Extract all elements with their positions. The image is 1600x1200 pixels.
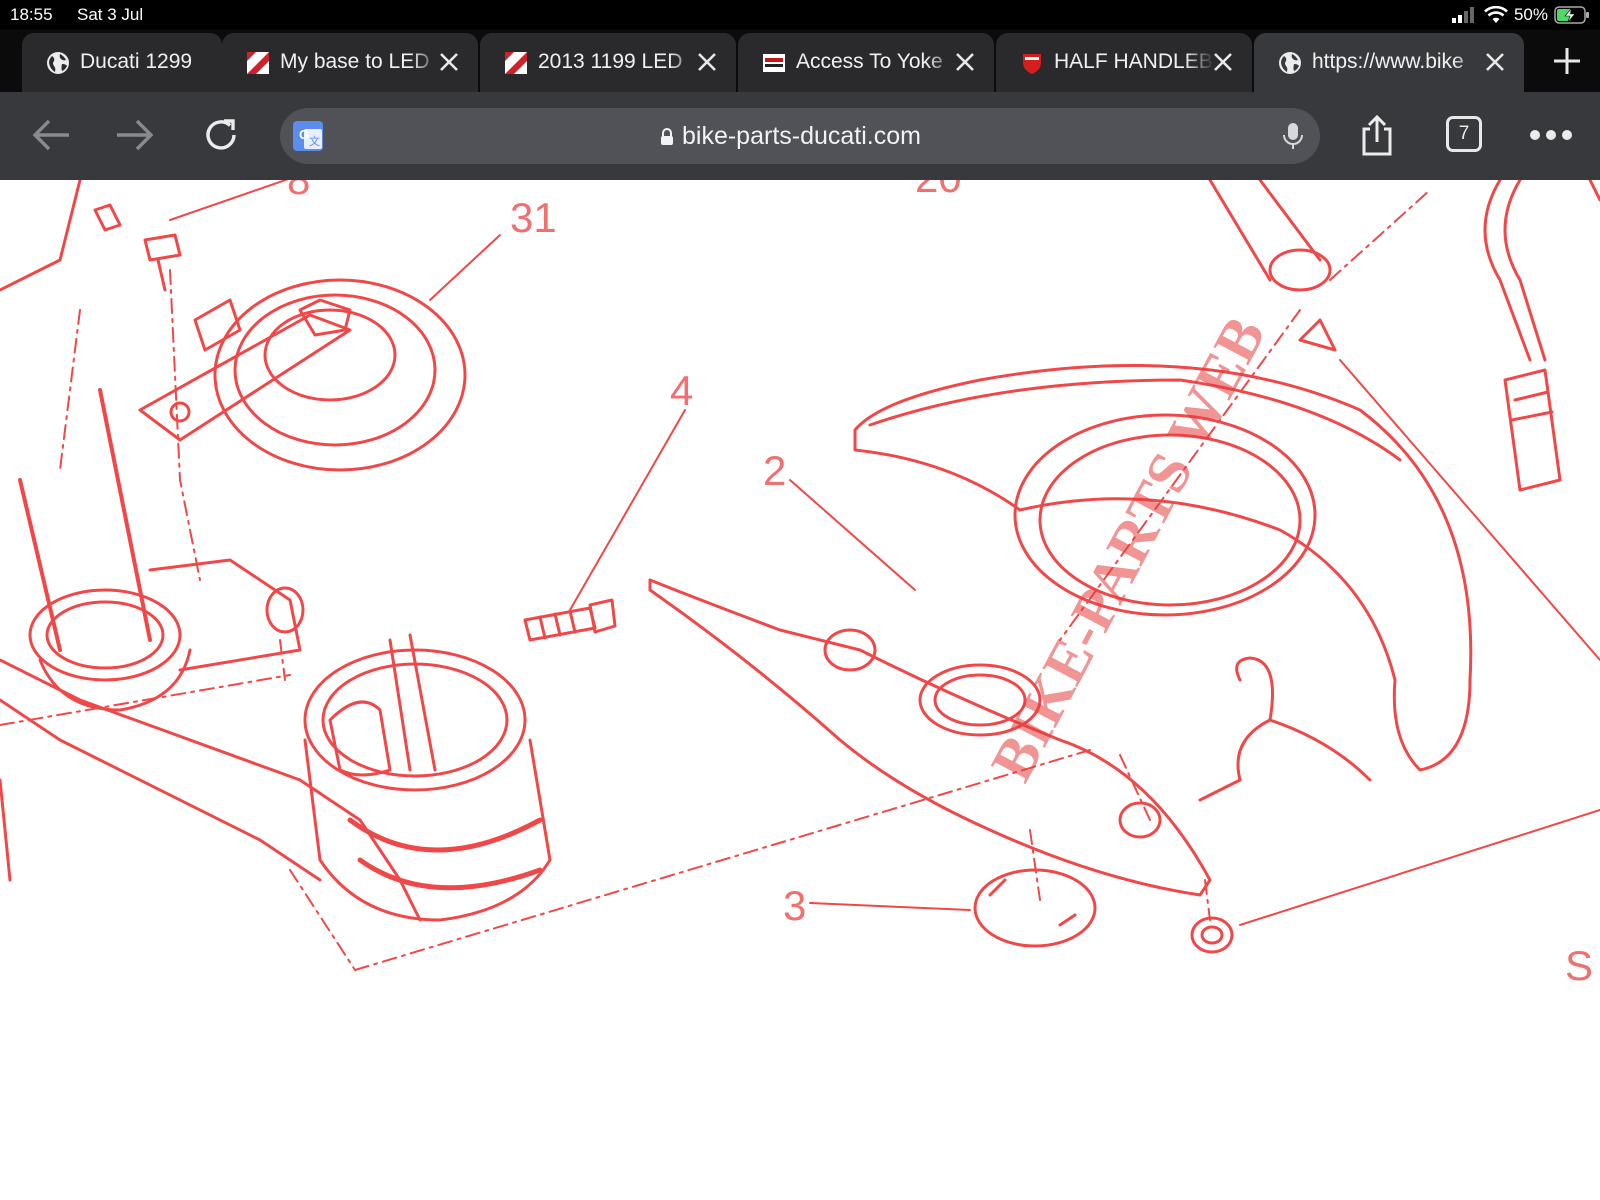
lock-icon xyxy=(661,127,673,145)
reload-icon xyxy=(206,119,236,150)
status-date: Sat 3 Jul xyxy=(77,5,144,24)
parts-diagram: 31 4 2 3 8 20 S BIKE-PARTS WEB xyxy=(0,180,1600,989)
new-tab-plus-icon[interactable] xyxy=(1552,46,1582,76)
tab-title: Access To Yoke xyxy=(796,50,943,73)
share-icon xyxy=(1362,114,1392,156)
leader-lines xyxy=(169,180,1600,926)
svg-text:文: 文 xyxy=(309,134,320,148)
more-menu-button[interactable] xyxy=(1528,112,1574,158)
callout-s: S xyxy=(1565,942,1593,989)
cellular-signal-icon xyxy=(1451,7,1474,23)
more-dots-icon xyxy=(1530,130,1572,140)
callout-20: 20 xyxy=(915,180,962,201)
callout-31: 31 xyxy=(510,194,557,241)
back-arrow-icon xyxy=(32,119,69,151)
back-button[interactable] xyxy=(28,112,74,158)
callout-3: 3 xyxy=(783,882,806,929)
tab-title: https://www.bike xyxy=(1312,50,1464,73)
horn-drawing xyxy=(138,278,467,472)
address-bar[interactable]: G 文 bike-parts-ducati.com xyxy=(280,108,1320,164)
browser-toolbar: G 文 bike-parts-ducati.com 7 xyxy=(0,92,1600,180)
forward-button[interactable] xyxy=(112,112,158,158)
callout-8: 8 xyxy=(287,180,310,203)
close-tab-icon[interactable] xyxy=(1484,51,1506,73)
close-tab-icon[interactable] xyxy=(1212,51,1234,73)
ducati-shield-favicon-icon xyxy=(1023,54,1041,74)
clamp-drawing xyxy=(303,633,552,922)
status-time: 18:55 xyxy=(10,5,53,24)
globe-icon xyxy=(1279,52,1301,74)
connector-drawing xyxy=(1483,180,1600,492)
tab-1[interactable]: Ducati 1299 xyxy=(22,33,222,92)
tab-title: Ducati 1299 xyxy=(80,50,193,73)
tab-switcher-button[interactable]: 7 xyxy=(1446,116,1482,152)
ducati-forum-favicon-icon xyxy=(763,54,785,72)
dashed-lines xyxy=(0,189,1431,971)
close-tab-icon[interactable] xyxy=(696,51,718,73)
grommet-drawing xyxy=(973,868,1097,948)
wifi-icon xyxy=(1484,6,1508,23)
tab-title: HALF HANDLEBAR xyxy=(1054,50,1214,73)
callout-4: 4 xyxy=(670,367,693,414)
battery-charging-icon xyxy=(1554,6,1589,24)
status-bar: 18:55 Sat 3 Jul 50% xyxy=(0,0,1600,30)
microphone-icon[interactable] xyxy=(1282,122,1304,150)
bolt-drawing xyxy=(93,203,182,292)
screw-drawing xyxy=(523,598,617,642)
tab-3[interactable]: 2013 1199 LED xyxy=(480,33,736,92)
svg-text:G: G xyxy=(299,127,309,142)
tab-6-active[interactable]: https://www.bike xyxy=(1254,33,1524,92)
forward-arrow-icon xyxy=(117,119,154,151)
globe-icon xyxy=(47,52,69,74)
tab-strip: Ducati 1299 My base to LED 2013 1199 LED… xyxy=(0,30,1600,92)
url-text: bike-parts-ducati.com xyxy=(682,122,921,150)
flag-favicon-icon xyxy=(247,52,269,74)
tab-title: My base to LED xyxy=(280,50,430,73)
reload-button[interactable] xyxy=(198,112,244,158)
nut-drawing xyxy=(1190,916,1234,954)
callout-2: 2 xyxy=(763,447,786,494)
status-right: 50% xyxy=(1451,4,1590,26)
close-tab-icon[interactable] xyxy=(954,51,976,73)
tab-2[interactable]: My base to LED xyxy=(222,33,478,92)
tab-4[interactable]: Access To Yoke xyxy=(738,33,994,92)
share-button[interactable] xyxy=(1354,112,1400,158)
battery-percent: 50% xyxy=(1513,5,1548,24)
tab-title: 2013 1199 LED xyxy=(538,50,683,73)
url-display: bike-parts-ducati.com xyxy=(660,122,921,151)
close-tab-icon[interactable] xyxy=(438,51,460,73)
translate-icon[interactable]: G 文 xyxy=(292,120,324,152)
page-content[interactable]: 31 4 2 3 8 20 S BIKE-PARTS WEB xyxy=(0,180,1600,1200)
flag-favicon-icon xyxy=(505,52,527,74)
tab-5[interactable]: HALF HANDLEBAR xyxy=(996,33,1252,92)
fork-tube-drawing xyxy=(0,180,422,922)
